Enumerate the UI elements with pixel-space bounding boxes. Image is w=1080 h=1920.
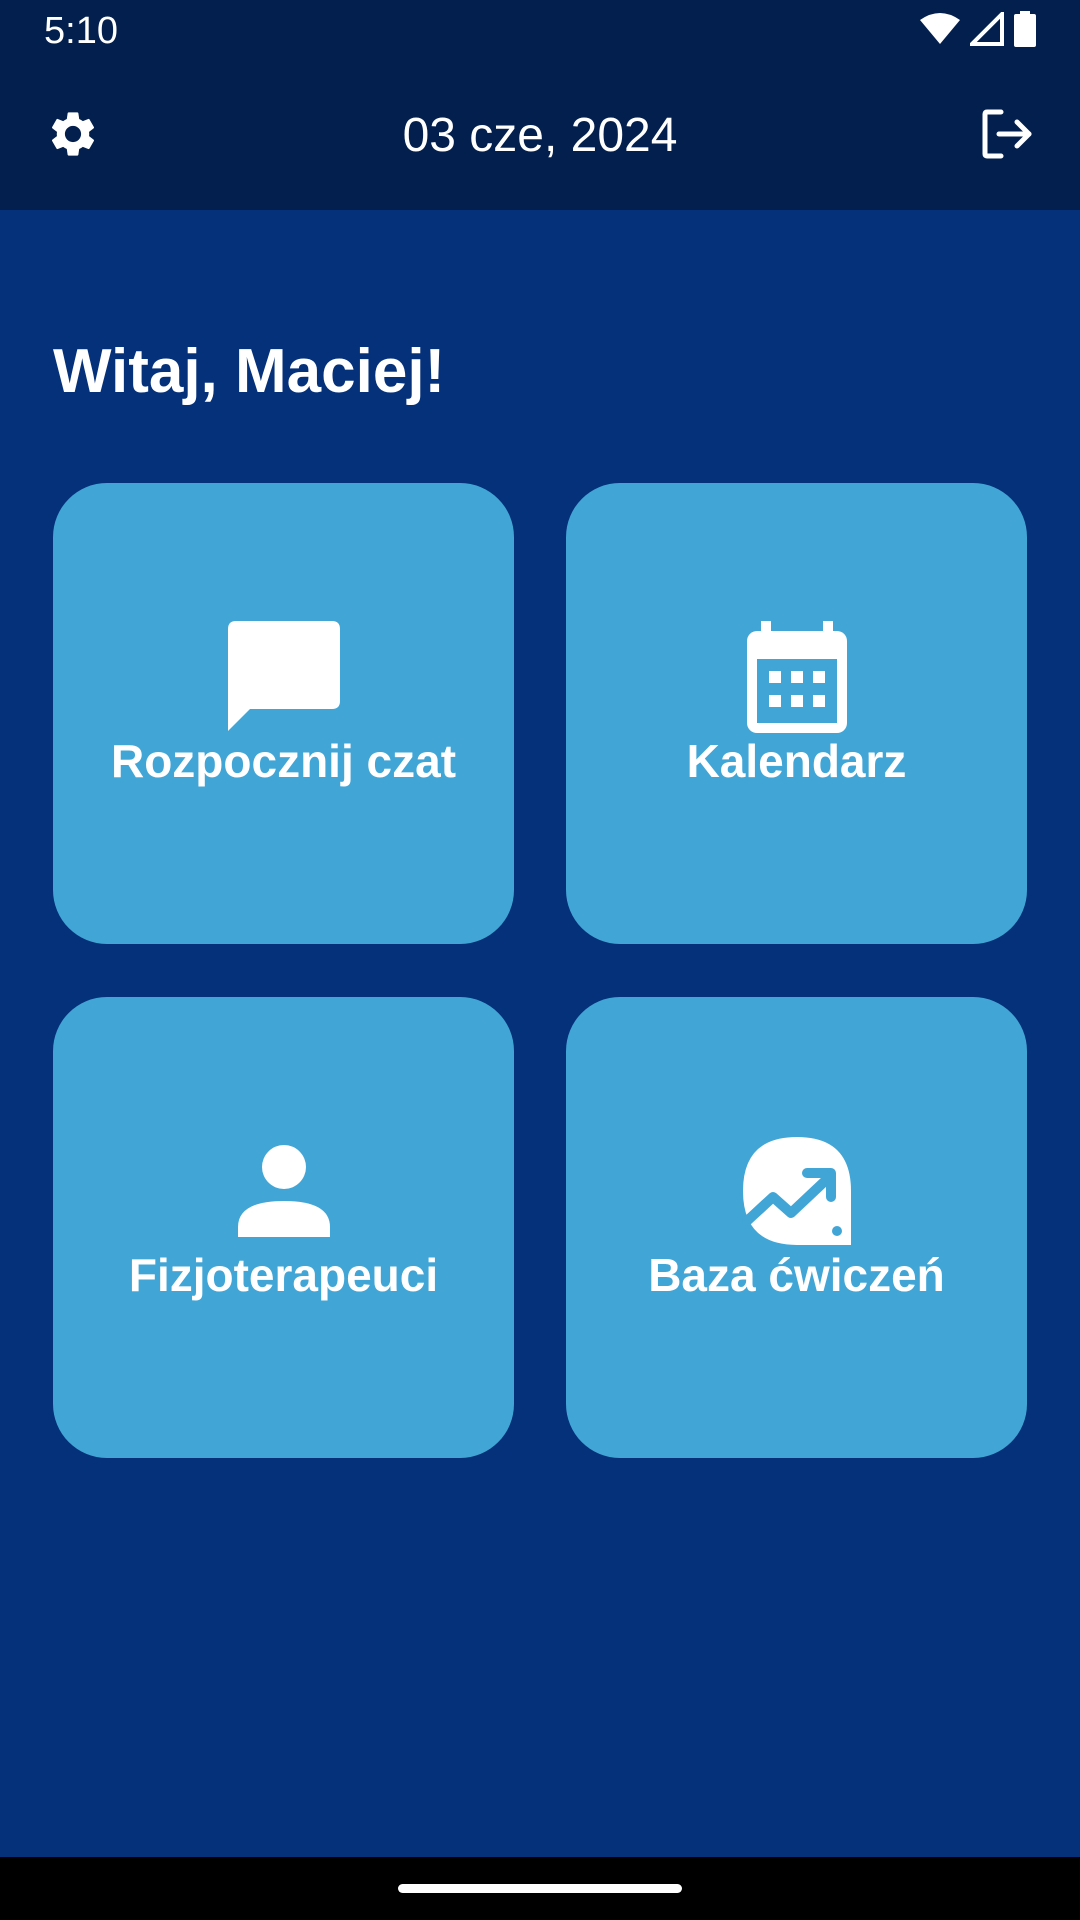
tile-label-exercises: Baza ćwiczeń: [648, 1249, 945, 1301]
exercise-database-tile[interactable]: Baza ćwiczeń: [566, 997, 1027, 1458]
tile-label-calendar: Kalendarz: [686, 735, 907, 787]
person-icon: [237, 1144, 330, 1242]
chat-bubble-icon: [227, 620, 340, 738]
navigation-bar: [0, 1857, 1080, 1920]
status-icons: [920, 8, 1036, 52]
tile-label-chat: Rozpocznij czat: [110, 735, 457, 787]
logout-button[interactable]: [977, 106, 1037, 166]
date-title: 03 cze, 2024: [402, 109, 678, 162]
tile-label-physio: Fizjoterapeuci: [128, 1249, 439, 1301]
start-chat-tile[interactable]: Rozpocznij czat: [53, 483, 514, 944]
home-indicator[interactable]: [398, 1884, 682, 1893]
exercise-progress-icon: [741, 1135, 853, 1252]
physiotherapists-tile[interactable]: Fizjoterapeuci: [53, 997, 514, 1458]
calendar-tile[interactable]: Kalendarz: [566, 483, 1027, 944]
greeting: Witaj, Maciej!: [53, 337, 446, 406]
logout-icon: [979, 106, 1035, 167]
app-bar: 03 cze, 2024: [0, 62, 1080, 210]
battery-icon: [1014, 10, 1036, 52]
wifi-icon: [920, 12, 960, 50]
cell-signal-icon: [967, 8, 1004, 51]
status-time: 5:10: [44, 10, 118, 52]
calendar-icon: [746, 620, 847, 738]
status-bar: 5:10: [0, 0, 1080, 62]
